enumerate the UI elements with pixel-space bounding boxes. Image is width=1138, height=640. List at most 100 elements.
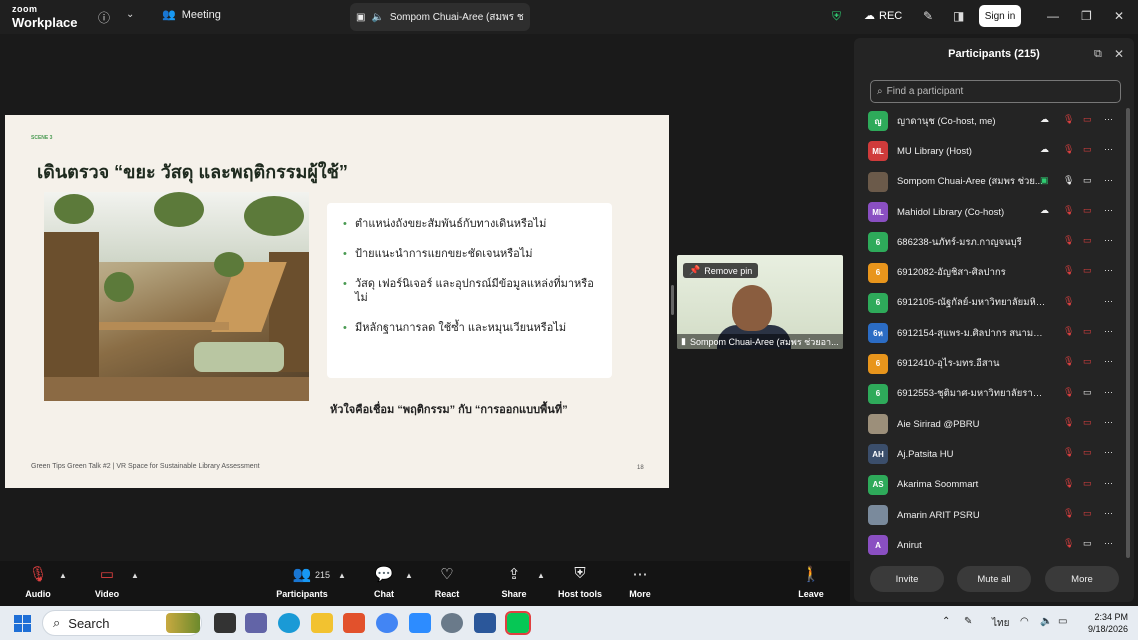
video-off-icon[interactable]: ▭ xyxy=(1083,447,1092,458)
chevron-down-icon[interactable]: ⌄ xyxy=(126,9,134,20)
windows-start-icon[interactable] xyxy=(14,615,31,632)
edge-icon[interactable] xyxy=(278,613,300,633)
record-button[interactable]: ☁ REC xyxy=(864,9,902,23)
share-caret-icon[interactable]: ▲ xyxy=(537,571,545,580)
participant-row[interactable]: ML Mahidol Library (Co-host) ☁ 🎙 ▭ ⋯ xyxy=(854,197,1134,227)
screen-share-icon[interactable]: ▣ xyxy=(1040,175,1049,186)
participant-more-icon[interactable]: ⋯ xyxy=(1104,144,1113,155)
participant-search-input[interactable]: ⌕ Find a participant xyxy=(870,80,1121,103)
word-icon[interactable] xyxy=(474,613,496,633)
video-icon[interactable]: ▭ xyxy=(1083,175,1092,186)
layout-icon[interactable]: ◨ xyxy=(953,9,964,23)
participant-row[interactable]: 6 6912553-ชุติมาศ-มหาวิทยาลัยราชภัฏย... 🎙 ▭… xyxy=(854,379,1134,409)
invite-button[interactable]: Invite xyxy=(870,566,944,592)
file-explorer-icon[interactable] xyxy=(311,613,333,633)
close-icon[interactable]: ✕ xyxy=(1114,9,1124,23)
video-off-icon[interactable]: ▭ xyxy=(1083,508,1092,519)
remove-pin-button[interactable]: 📌 Remove pin xyxy=(683,263,759,278)
mute-all-button[interactable]: Mute all xyxy=(957,566,1031,592)
close-panel-icon[interactable]: ✕ xyxy=(1114,47,1124,61)
mic-off-icon[interactable]: 🎙 xyxy=(1063,508,1074,519)
minimize-icon[interactable]: — xyxy=(1047,9,1059,23)
participant-row[interactable]: 6 6912105-ณัฐกัลย์-มหาวิทยาลัยมหิดล 🎙 ⋯ xyxy=(854,288,1134,318)
participant-more-icon[interactable]: ⋯ xyxy=(1104,235,1113,246)
video-off-icon[interactable]: ▭ xyxy=(1083,114,1092,125)
info-icon[interactable]: ⓘ xyxy=(98,9,110,26)
mic-off-icon[interactable]: 🎙 xyxy=(1063,326,1074,337)
restore-icon[interactable]: ❐ xyxy=(1081,9,1092,23)
participant-more-icon[interactable]: ⋯ xyxy=(1104,478,1113,489)
more-toolbar-button[interactable]: ⋯ More xyxy=(610,565,670,599)
video-off-icon[interactable]: ▭ xyxy=(1083,205,1092,216)
video-off-icon[interactable]: ▭ xyxy=(1083,417,1092,428)
participant-row[interactable]: Sompom Chuai-Aree (สมพร ช่วย... ▣ 🎙 ▭ ⋯ xyxy=(854,167,1134,197)
zoom-icon[interactable] xyxy=(409,613,431,633)
mic-off-icon[interactable]: 🎙 xyxy=(1063,114,1074,125)
brave-icon[interactable] xyxy=(343,613,365,633)
participant-more-icon[interactable]: ⋯ xyxy=(1104,114,1113,125)
participant-more-icon[interactable]: ⋯ xyxy=(1104,296,1113,307)
video-off-icon[interactable]: ▭ xyxy=(1083,356,1092,367)
cloud-icon[interactable]: ☁ xyxy=(1040,205,1049,216)
participant-row[interactable]: 6 6912410-อุไร-มทร.อีสาน 🎙 ▭ ⋯ xyxy=(854,348,1134,378)
video-caret-icon[interactable]: ▲ xyxy=(131,571,139,580)
mic-off-icon[interactable]: 🎙 xyxy=(1063,205,1074,216)
battery-icon[interactable]: ▭ xyxy=(1058,616,1067,627)
react-button[interactable]: ♡ React xyxy=(417,565,477,599)
participant-row[interactable]: Aie Sirirad @PBRU 🎙 ▭ ⋯ xyxy=(854,409,1134,439)
teams-icon[interactable] xyxy=(245,613,267,633)
participant-more-icon[interactable]: ⋯ xyxy=(1104,538,1113,549)
mic-off-icon[interactable]: 🎙 xyxy=(1063,447,1074,458)
annotate-icon[interactable]: ✎ xyxy=(923,9,933,23)
participant-row[interactable]: 6 686238-นภัทร์-มรภ.กาญจนบุรี 🎙 ▭ ⋯ xyxy=(854,227,1134,257)
cloud-icon[interactable]: ☁ xyxy=(1040,114,1049,125)
cloud-icon[interactable]: ☁ xyxy=(1040,144,1049,155)
mic-icon[interactable]: 🎙 xyxy=(1063,175,1074,186)
pen-icon[interactable]: ✎ xyxy=(964,616,972,627)
leave-button[interactable]: 🚶 Leave xyxy=(781,565,841,599)
participant-row[interactable]: A Anirut 🎙 ▭ ⋯ xyxy=(854,530,1134,560)
settings-icon[interactable] xyxy=(441,613,463,633)
participant-more-icon[interactable]: ⋯ xyxy=(1104,508,1113,519)
participant-more-icon[interactable]: ⋯ xyxy=(1104,265,1113,276)
mic-off-icon[interactable]: 🎙 xyxy=(1063,387,1074,398)
mic-off-icon[interactable]: 🎙 xyxy=(1063,296,1074,307)
share-source-tab[interactable]: ▣ 🔈 Sompom Chuai-Aree (สมพร ช ⋯ xyxy=(350,3,530,31)
volume-icon[interactable]: 🔈 xyxy=(1040,616,1052,627)
video-icon[interactable]: ▭ xyxy=(1083,387,1092,398)
resize-handle[interactable] xyxy=(671,285,674,315)
line-icon[interactable] xyxy=(505,611,531,635)
language-indicator[interactable]: ไทย xyxy=(992,616,1009,631)
participant-more-icon[interactable]: ⋯ xyxy=(1104,417,1113,428)
video-off-icon[interactable]: ▭ xyxy=(1083,326,1092,337)
sign-in-button[interactable]: Sign in xyxy=(979,5,1021,27)
chat-caret-icon[interactable]: ▲ xyxy=(405,571,413,580)
participant-row[interactable]: AH Aj.Patsita HU 🎙 ▭ ⋯ xyxy=(854,439,1134,469)
host-tools-button[interactable]: ⛨ Host tools xyxy=(550,565,610,599)
participant-more-icon[interactable]: ⋯ xyxy=(1104,447,1113,458)
more-button[interactable]: More xyxy=(1045,566,1119,592)
video-button[interactable]: ▭ Video xyxy=(77,565,137,599)
mic-off-icon[interactable]: 🎙 xyxy=(1063,417,1074,428)
mic-off-icon[interactable]: 🎙 xyxy=(1063,235,1074,246)
participant-row[interactable]: ML MU Library (Host) ☁ 🎙 ▭ ⋯ xyxy=(854,136,1134,166)
scrollbar[interactable] xyxy=(1126,108,1130,558)
participant-more-icon[interactable]: ⋯ xyxy=(1104,356,1113,367)
wifi-icon[interactable]: ◠ xyxy=(1020,616,1029,627)
participant-more-icon[interactable]: ⋯ xyxy=(1104,326,1113,337)
clock[interactable]: 2:34 PM 9/18/2026 xyxy=(1078,611,1128,635)
participant-row[interactable]: 6ห 6912154-สุแพร-ม.ศิลปากร สนามจันทร์ 🎙 ▭ ⋯ xyxy=(854,318,1134,348)
video-off-icon[interactable]: ▭ xyxy=(1083,235,1092,246)
chevron-up-icon[interactable]: ⌃ xyxy=(942,616,950,627)
participant-row[interactable]: AS Akarima Soommart 🎙 ▭ ⋯ xyxy=(854,470,1134,500)
participant-more-icon[interactable]: ⋯ xyxy=(1104,205,1113,216)
shield-icon[interactable]: ⛨ xyxy=(832,9,841,24)
participant-more-icon[interactable]: ⋯ xyxy=(1104,387,1113,398)
video-icon[interactable]: ▭ xyxy=(1083,538,1092,549)
meeting-tab[interactable]: 👥 Meeting xyxy=(162,8,221,22)
participant-more-icon[interactable]: ⋯ xyxy=(1104,175,1113,186)
participant-row[interactable]: Amarin ARIT PSRU 🎙 ▭ ⋯ xyxy=(854,500,1134,530)
mic-off-icon[interactable]: 🎙 xyxy=(1063,265,1074,276)
mic-off-icon[interactable]: 🎙 xyxy=(1063,144,1074,155)
mic-off-icon[interactable]: 🎙 xyxy=(1063,356,1074,367)
